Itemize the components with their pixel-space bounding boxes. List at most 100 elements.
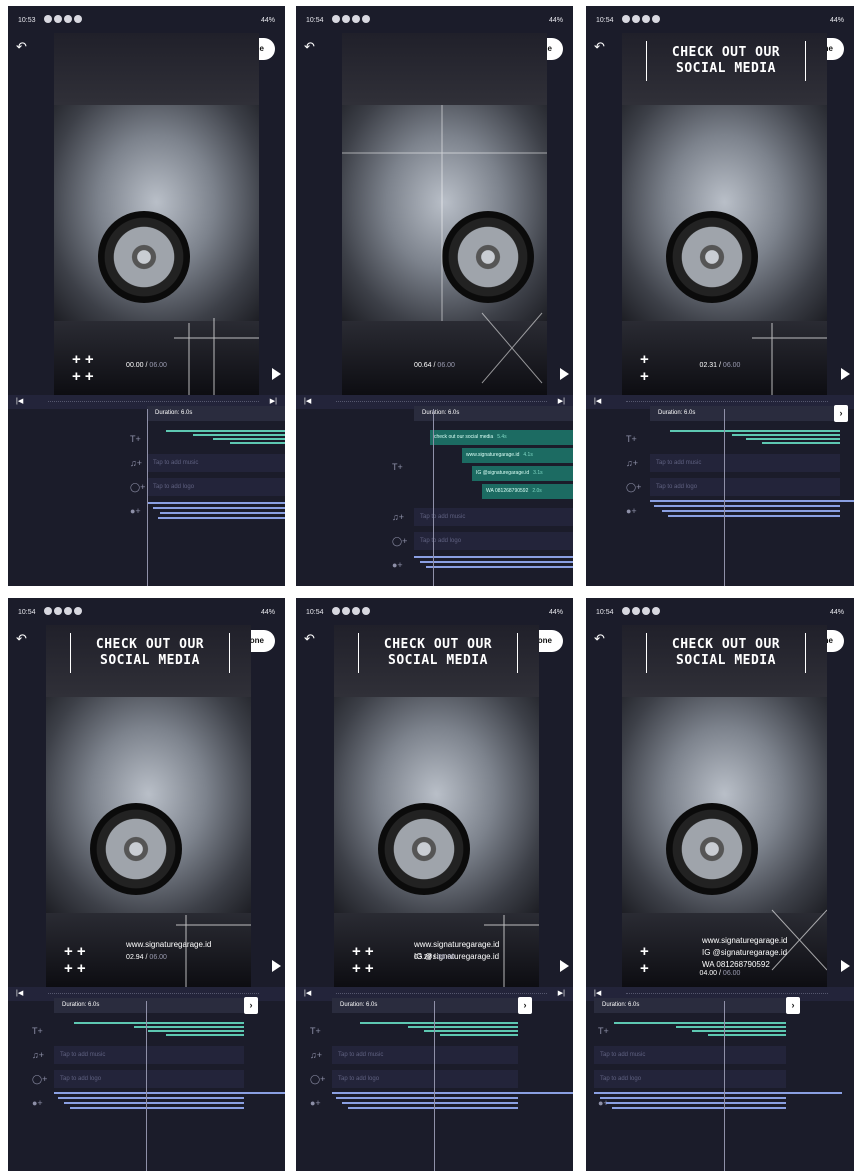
chevron-right-icon[interactable]: › bbox=[834, 405, 848, 422]
video-preview[interactable] bbox=[342, 33, 547, 395]
duration-bar[interactable]: Duration: 6.0s bbox=[332, 998, 518, 1013]
video-preview[interactable]: + + + + bbox=[54, 33, 259, 395]
logo-add-icon[interactable]: ◯+ bbox=[626, 482, 641, 493]
text-add-icon[interactable]: T+ bbox=[130, 434, 141, 444]
undo-icon[interactable]: ↶ bbox=[16, 631, 32, 647]
text-track-bar[interactable] bbox=[408, 1026, 518, 1028]
logo-add-icon[interactable]: ◯+ bbox=[32, 1074, 47, 1085]
logo-track[interactable]: Tap to add logo bbox=[332, 1070, 518, 1088]
sticker-add-icon[interactable]: ●+ bbox=[392, 560, 403, 570]
music-add-icon[interactable]: ♫+ bbox=[626, 458, 638, 468]
text-clip[interactable]: www.signaturegarage.id 4.1s bbox=[462, 448, 573, 463]
sticker-track-bar[interactable] bbox=[426, 566, 573, 568]
sticker-track-bar[interactable] bbox=[606, 1102, 786, 1104]
logo-track[interactable]: Tap to add logo bbox=[650, 478, 840, 496]
duration-bar[interactable]: Duration: 6.0s bbox=[414, 406, 573, 421]
play-icon[interactable] bbox=[272, 960, 281, 972]
music-track[interactable]: Tap to add music bbox=[650, 454, 840, 472]
skip-start-icon[interactable]: |◀ bbox=[594, 397, 601, 405]
text-add-icon[interactable]: T+ bbox=[392, 462, 403, 472]
playhead[interactable] bbox=[724, 1001, 725, 1171]
social-text[interactable]: www.signaturegarage.id IG @signaturegarag… bbox=[702, 935, 787, 971]
duration-bar[interactable]: Duration: 6.0s bbox=[54, 998, 244, 1013]
sticker-track-bar[interactable] bbox=[54, 1092, 285, 1094]
duration-bar[interactable]: Duration: 6.0s bbox=[650, 406, 838, 421]
text-track-bar[interactable] bbox=[134, 1026, 244, 1028]
sticker-track-bar[interactable] bbox=[600, 1097, 786, 1099]
text-track-bar[interactable] bbox=[732, 434, 840, 436]
text-add-icon[interactable]: T+ bbox=[310, 1026, 321, 1036]
logo-track[interactable]: Tap to add logo bbox=[414, 532, 573, 550]
video-preview[interactable]: CHECK OUT OUR SOCIAL MEDIA + + bbox=[622, 33, 827, 395]
text-track-bar[interactable] bbox=[708, 1034, 786, 1036]
play-icon[interactable] bbox=[560, 960, 569, 972]
logo-add-icon[interactable]: ◯+ bbox=[130, 482, 145, 493]
skip-end-icon[interactable]: ▶| bbox=[558, 397, 565, 405]
music-track[interactable]: Tap to add music bbox=[54, 1046, 244, 1064]
video-preview[interactable]: CHECK OUT OUR SOCIAL MEDIA + + + + www.sig… bbox=[46, 625, 251, 987]
play-icon[interactable] bbox=[841, 960, 850, 972]
text-track-bar[interactable] bbox=[670, 430, 840, 432]
play-icon[interactable] bbox=[560, 368, 569, 380]
text-clip[interactable]: check out our social media 5.4s bbox=[430, 430, 573, 445]
sticker-add-icon[interactable]: ●+ bbox=[310, 1098, 321, 1108]
music-track[interactable]: Tap to add music bbox=[147, 454, 285, 472]
sticker-track-bar[interactable] bbox=[342, 1102, 518, 1104]
sticker-track-bar[interactable] bbox=[668, 515, 840, 517]
skip-start-icon[interactable]: |◀ bbox=[304, 989, 311, 997]
logo-track[interactable]: Tap to add logo bbox=[147, 478, 285, 496]
music-add-icon[interactable]: ♫+ bbox=[392, 512, 404, 522]
text-track-bar[interactable] bbox=[230, 442, 285, 444]
text-track-bar[interactable] bbox=[614, 1022, 786, 1024]
duration-bar[interactable]: Duration: 6.0s bbox=[147, 406, 285, 421]
duration-bar[interactable]: Duration: 6.0s bbox=[594, 998, 786, 1013]
text-track-bar[interactable] bbox=[74, 1022, 244, 1024]
sticker-track-bar[interactable] bbox=[348, 1107, 518, 1109]
sticker-track-bar[interactable] bbox=[70, 1107, 244, 1109]
sticker-track-bar[interactable] bbox=[612, 1107, 786, 1109]
text-clip[interactable]: IG @signaturegarage.id 3.1s bbox=[472, 466, 573, 481]
text-track-bar[interactable] bbox=[424, 1030, 518, 1032]
playhead[interactable] bbox=[147, 409, 148, 586]
text-track-bar[interactable] bbox=[166, 1034, 244, 1036]
music-add-icon[interactable]: ♫+ bbox=[310, 1050, 322, 1060]
undo-icon[interactable]: ↶ bbox=[16, 39, 32, 55]
text-track-bar[interactable] bbox=[440, 1034, 518, 1036]
skip-end-icon[interactable]: ▶| bbox=[270, 397, 277, 405]
chevron-right-icon[interactable]: › bbox=[518, 997, 532, 1014]
undo-icon[interactable]: ↶ bbox=[304, 631, 320, 647]
sticker-track-bar[interactable] bbox=[414, 556, 573, 558]
video-preview[interactable]: CHECK OUT OUR SOCIAL MEDIA + + + + www.sig… bbox=[334, 625, 539, 987]
chevron-right-icon[interactable]: › bbox=[786, 997, 800, 1014]
text-track-bar[interactable] bbox=[193, 434, 285, 436]
chevron-right-icon[interactable]: › bbox=[244, 997, 258, 1014]
text-track-bar[interactable] bbox=[762, 442, 840, 444]
playhead[interactable] bbox=[433, 409, 434, 586]
text-add-icon[interactable]: T+ bbox=[32, 1026, 43, 1036]
undo-icon[interactable]: ↶ bbox=[594, 631, 610, 647]
play-icon[interactable] bbox=[272, 368, 281, 380]
sticker-track-bar[interactable] bbox=[160, 512, 285, 514]
music-track[interactable]: Tap to add music bbox=[594, 1046, 786, 1064]
text-clip[interactable]: WA 081268790592 2.0s bbox=[482, 484, 573, 499]
sticker-track-bar[interactable] bbox=[64, 1102, 244, 1104]
music-add-icon[interactable]: ♫+ bbox=[130, 458, 142, 468]
sticker-track-bar[interactable] bbox=[420, 561, 573, 563]
skip-start-icon[interactable]: |◀ bbox=[16, 397, 23, 405]
logo-add-icon[interactable]: ◯+ bbox=[392, 536, 407, 547]
logo-track[interactable]: Tap to add logo bbox=[54, 1070, 244, 1088]
sticker-track-bar[interactable] bbox=[147, 502, 285, 504]
skip-start-icon[interactable]: |◀ bbox=[304, 397, 311, 405]
undo-icon[interactable]: ↶ bbox=[304, 39, 320, 55]
text-track-bar[interactable] bbox=[213, 438, 285, 440]
sticker-add-icon[interactable]: ●+ bbox=[130, 506, 141, 516]
video-preview[interactable]: CHECK OUT OUR SOCIAL MEDIA + + www.signatu… bbox=[622, 625, 827, 987]
music-add-icon[interactable]: ♫+ bbox=[32, 1050, 44, 1060]
text-track-bar[interactable] bbox=[692, 1030, 786, 1032]
text-track-bar[interactable] bbox=[360, 1022, 518, 1024]
skip-start-icon[interactable]: |◀ bbox=[594, 989, 601, 997]
skip-start-icon[interactable]: |◀ bbox=[16, 989, 23, 997]
text-track-bar[interactable] bbox=[148, 1030, 244, 1032]
sticker-track-bar[interactable] bbox=[158, 517, 285, 519]
sticker-track-bar[interactable] bbox=[650, 500, 854, 502]
